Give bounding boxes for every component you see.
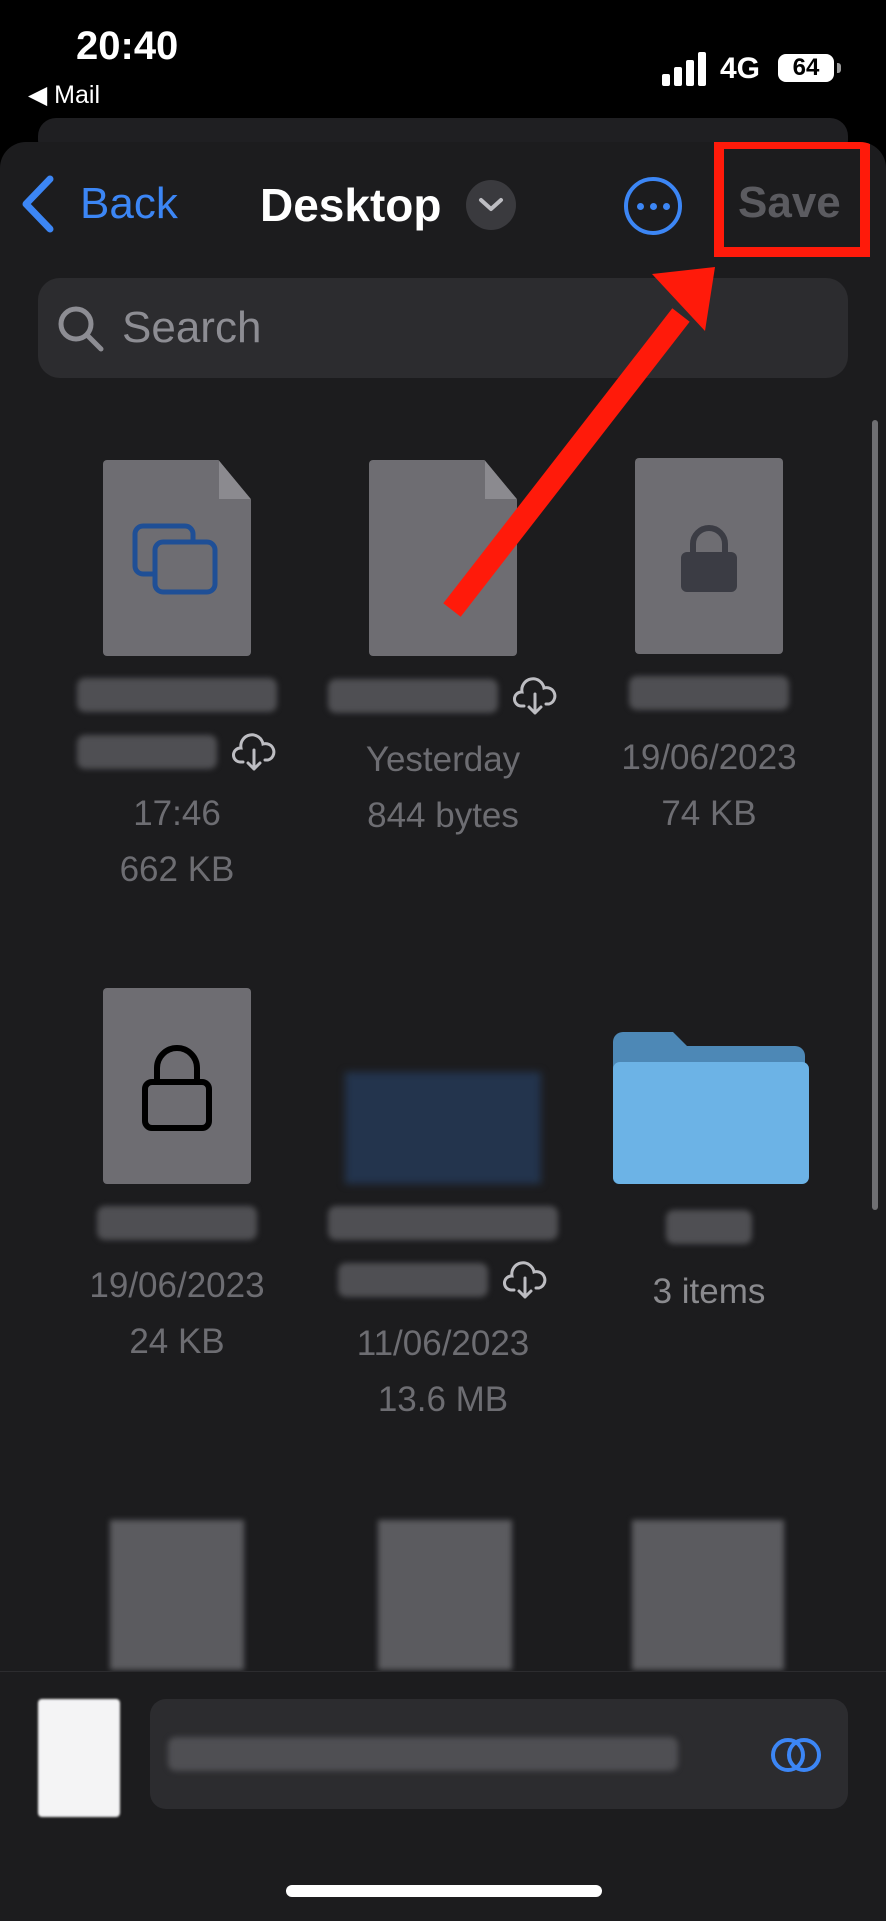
lock-icon — [681, 525, 737, 592]
file-name-field[interactable] — [150, 1699, 848, 1809]
back-button[interactable]: Back — [20, 174, 178, 234]
scrollbar[interactable] — [872, 420, 878, 1210]
lock-icon — [142, 1045, 212, 1131]
image-thumbnail — [345, 1072, 541, 1184]
chevron-down-icon — [479, 198, 503, 211]
file-size: 13.6 MB — [377, 1380, 509, 1419]
cloud-download-icon — [503, 1261, 547, 1299]
battery-indicator: 64 — [778, 54, 841, 82]
search-icon — [58, 306, 104, 352]
document-icon — [369, 460, 517, 656]
search-input[interactable] — [120, 302, 804, 354]
page-title: Desktop — [260, 179, 442, 231]
back-label: Back — [80, 179, 178, 228]
file-size: 844 bytes — [367, 796, 519, 835]
dot-icon — [662, 202, 670, 210]
file-date: 19/06/2023 — [89, 1266, 265, 1305]
file-item[interactable]: 17:46 662 KB — [52, 460, 302, 898]
locked-document-icon — [103, 988, 251, 1184]
file-name-text — [168, 1737, 678, 1771]
windows-stack-icon — [132, 523, 218, 595]
file-browser-sheet: Back Desktop Save Search 17:46 662 KB Ye… — [0, 142, 886, 1920]
file-name — [337, 1263, 488, 1297]
navigation-bar: Back Desktop Save — [0, 142, 886, 272]
file-item[interactable]: Yesterday 844 bytes — [318, 460, 568, 844]
network-type: 4G — [720, 52, 761, 85]
home-indicator[interactable] — [286, 1885, 602, 1897]
file-thumbnail[interactable] — [110, 1520, 244, 1670]
file-name — [97, 1206, 257, 1240]
locked-document-icon — [635, 458, 783, 654]
save-file-bar — [0, 1671, 886, 1921]
file-item[interactable]: 19/06/2023 74 KB — [584, 458, 834, 842]
dot-icon — [636, 202, 644, 210]
file-size: 662 KB — [119, 850, 235, 889]
folder-name — [666, 1210, 752, 1244]
tags-icon[interactable] — [770, 1735, 824, 1775]
cellular-signal-icon — [662, 52, 706, 86]
file-date: Yesterday — [365, 740, 521, 779]
cloud-download-icon — [513, 677, 557, 715]
file-date: 17:46 — [133, 794, 221, 833]
folder-item[interactable]: 3 items — [584, 1028, 834, 1320]
file-name — [328, 1206, 558, 1240]
search-bar[interactable] — [38, 278, 848, 378]
chevron-left-icon — [22, 175, 54, 233]
file-size: 24 KB — [129, 1322, 225, 1361]
file-item[interactable]: 19/06/2023 24 KB — [52, 988, 302, 1370]
file-preview-thumbnail — [38, 1699, 120, 1817]
location-dropdown-button[interactable] — [466, 180, 516, 230]
document-icon — [103, 460, 251, 656]
highlight-box — [714, 142, 870, 257]
back-to-mail-link[interactable]: ◀ Mail — [28, 80, 100, 110]
file-thumbnail[interactable] — [378, 1520, 512, 1670]
folder-item-count: 3 items — [652, 1272, 766, 1311]
cloud-download-icon — [232, 733, 276, 771]
file-name — [76, 735, 217, 769]
folder-icon — [613, 1032, 809, 1184]
file-name — [629, 676, 789, 710]
status-time: 20:40 — [76, 24, 179, 68]
file-date: 19/06/2023 — [621, 738, 797, 777]
file-name — [327, 679, 498, 713]
status-bar: 20:40 ◀ Mail 4G 64 — [0, 0, 886, 135]
file-thumbnail[interactable] — [632, 1520, 784, 1670]
file-name — [77, 678, 277, 712]
dot-icon — [649, 202, 657, 210]
file-size: 74 KB — [661, 794, 757, 833]
file-date: 11/06/2023 — [356, 1324, 530, 1363]
file-item[interactable]: 11/06/2023 13.6 MB — [318, 1072, 568, 1428]
more-options-button[interactable] — [624, 177, 682, 235]
